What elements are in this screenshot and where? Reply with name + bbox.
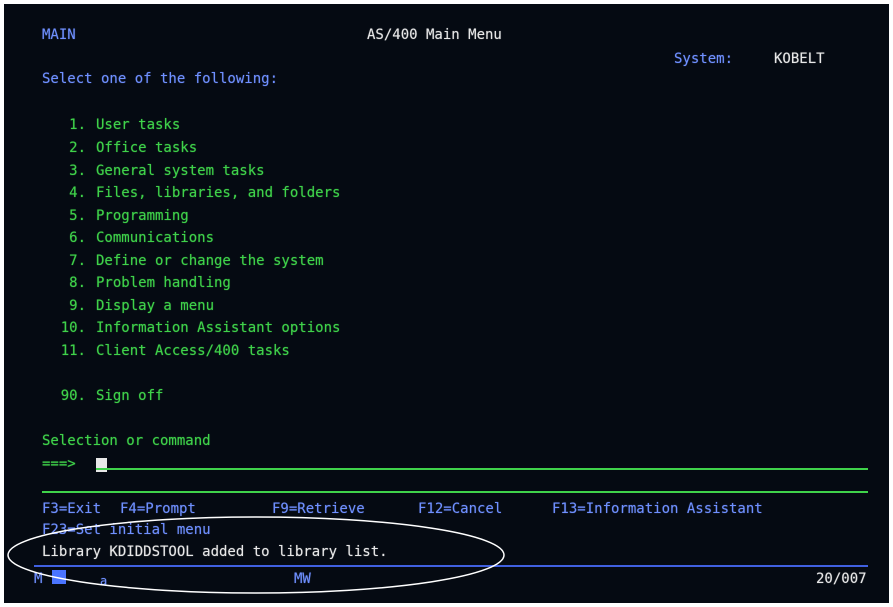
oia-mode: MW (294, 571, 311, 587)
menu-item-user-tasks[interactable]: 1. User tasks (56, 116, 180, 134)
menu-item-files-libraries-folders[interactable]: 4. Files, libraries, and folders (56, 184, 340, 202)
fkey-f3-exit[interactable]: F3=Exit (42, 500, 101, 518)
terminal-screen: MAIN AS/400 Main Menu System: KOBELT Sel… (4, 4, 889, 603)
page-title: AS/400 Main Menu (367, 27, 502, 43)
menu-item-information-assistant[interactable]: 10. Information Assistant options (56, 319, 341, 337)
menu-item-office-tasks[interactable]: 2. Office tasks (56, 139, 197, 157)
menu-item-sign-off[interactable]: 90. Sign off (56, 387, 164, 405)
fkey-f13-information-assistant[interactable]: F13=Information Assistant (552, 500, 763, 518)
fkey-f4-prompt[interactable]: F4=Prompt (120, 500, 196, 518)
menu-item-number: 10. (60, 320, 86, 336)
menu-item-label: Display a menu (96, 298, 215, 314)
menu-item-number: 1. (69, 117, 86, 133)
menu-item-display-menu[interactable]: 9. Display a menu (56, 297, 214, 315)
instruction-text: Select one of the following: (42, 71, 279, 87)
menu-item-number: 4. (69, 185, 86, 201)
menu-item-general-system-tasks[interactable]: 3. General system tasks (56, 162, 265, 180)
screen-id: MAIN (42, 27, 76, 43)
command-label: Selection or command (42, 433, 211, 449)
menu-item-label: Sign off (96, 388, 164, 404)
menu-item-number: 8. (69, 275, 86, 291)
menu-item-number: 11. (60, 343, 86, 359)
system-label: System: (674, 51, 734, 67)
oia-system-indicator (52, 570, 66, 584)
menu-item-number: 2. (69, 140, 86, 156)
menu-item-number: 6. (69, 230, 86, 246)
cursor-position: 20/007 (816, 571, 867, 587)
fkey-f23-set-initial-menu[interactable]: F23=Set initial menu (42, 521, 211, 539)
oia-separator (34, 565, 868, 567)
menu-item-label: Files, libraries, and folders (96, 185, 341, 201)
menu-item-communications[interactable]: 6. Communications (56, 229, 214, 247)
menu-item-label: Information Assistant options (96, 320, 341, 336)
fkey-f12-cancel[interactable]: F12=Cancel (418, 500, 502, 518)
menu-item-number: 90. (60, 388, 86, 404)
menu-item-problem-handling[interactable]: 8. Problem handling (56, 274, 231, 292)
oia-indicator: a (100, 574, 108, 588)
menu-item-number: 9. (69, 298, 86, 314)
menu-item-label: User tasks (96, 117, 181, 133)
menu-item-programming[interactable]: 5. Programming (56, 207, 189, 225)
menu-item-define-change-system[interactable]: 7. Define or change the system (56, 252, 324, 270)
fkey-f9-retrieve[interactable]: F9=Retrieve (272, 500, 365, 518)
separator-line (42, 491, 868, 493)
command-input-underline (96, 468, 868, 470)
menu-item-label: General system tasks (96, 163, 265, 179)
menu-item-label: Communications (96, 230, 215, 246)
command-prompt: ===> (42, 456, 76, 472)
menu-item-label: Define or change the system (96, 253, 324, 269)
menu-item-label: Client Access/400 tasks (96, 343, 290, 359)
menu-item-number: 7. (69, 253, 86, 269)
menu-item-label: Office tasks (96, 140, 198, 156)
menu-item-number: 5. (69, 208, 86, 224)
menu-item-client-access[interactable]: 11. Client Access/400 tasks (56, 342, 290, 360)
command-input[interactable] (98, 455, 838, 473)
menu-item-number: 3. (69, 163, 86, 179)
system-name: KOBELT (774, 51, 825, 67)
status-message: Library KDIDDSTOOL added to library list… (42, 544, 388, 560)
oia-left-indicator: M (34, 571, 43, 587)
menu-item-label: Problem handling (96, 275, 231, 291)
menu-item-label: Programming (96, 208, 189, 224)
